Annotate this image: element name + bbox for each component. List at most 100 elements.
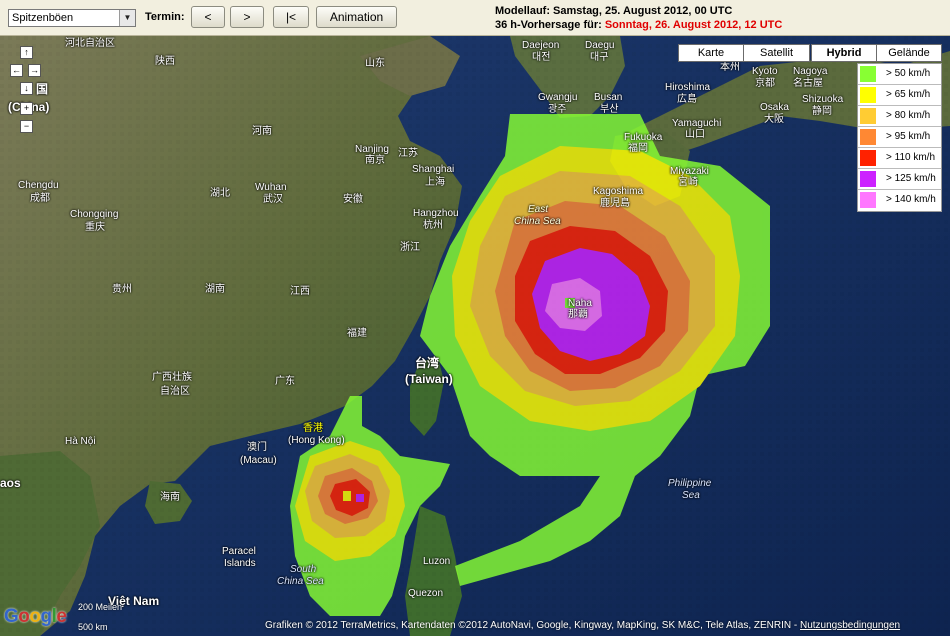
forecast-text: 36 h-Vorhersage für: Sonntag, 26. August…: [495, 19, 782, 31]
google-logo[interactable]: Google: [4, 606, 67, 628]
label-gwangju-cn: 광주: [548, 104, 567, 115]
chevron-down-icon[interactable]: ▼: [119, 10, 135, 26]
label-yamaguchi-cn: 山口: [685, 129, 705, 140]
label-anhui: 安徽: [343, 194, 363, 205]
map-imagery: [0, 36, 950, 636]
label-honshu: 本州: [720, 62, 740, 73]
label-wuhan: Wuhan: [255, 182, 287, 193]
label-guizhou: 贵州: [112, 284, 132, 295]
first-button[interactable]: |<: [273, 6, 309, 28]
label-shanghai-cn: 上海: [425, 177, 445, 188]
variable-select-value: Spitzenböen: [12, 12, 74, 24]
maptype-gelaende[interactable]: Gelände: [876, 44, 942, 62]
label-daegu: Daegu: [585, 40, 615, 51]
next-button[interactable]: >: [230, 6, 264, 28]
legend-swatch: [860, 129, 876, 145]
scale-km: 500 km: [78, 622, 108, 632]
label-kyoto-cn: 京都: [755, 78, 775, 89]
label-ecs: East: [528, 204, 549, 215]
pan-right-button[interactable]: →: [28, 64, 41, 77]
label-chengdu-cn: 成都: [30, 193, 50, 204]
terms-link[interactable]: Nutzungsbedingungen: [800, 620, 900, 631]
toolbar: Spitzenböen ▼ Termin: < > |< Animation M…: [0, 0, 950, 36]
label-wuhan-cn: 武汉: [263, 194, 283, 205]
label-taiwan-en: (Taiwan): [405, 372, 453, 386]
label-zhejiang: 浙江: [400, 242, 420, 253]
label-kyoto: Kyoto: [752, 66, 778, 77]
label-osaka: Osaka: [760, 102, 789, 113]
label-yamaguchi: Yamaguchi: [672, 118, 722, 129]
label-hangzhou: Hangzhou: [413, 208, 459, 219]
legend-swatch: [860, 108, 876, 124]
label-jiangsu: 江苏: [398, 148, 418, 159]
label-chongqing: Chongqing: [70, 209, 119, 220]
label-daejeon: Daejeon: [522, 40, 560, 51]
zoom-out-button[interactable]: −: [20, 120, 33, 133]
label-kagoshima: Kagoshima: [593, 186, 644, 197]
legend-label: > 110 km/h: [886, 152, 936, 163]
legend-label: > 125 km/h: [886, 173, 936, 184]
label-busan-cn: 부산: [600, 104, 619, 115]
pan-up-button[interactable]: ↑: [20, 46, 33, 59]
legend-label: > 140 km/h: [886, 194, 936, 205]
legend-row: > 110 km/h: [858, 148, 941, 169]
label-hubei: 湖北: [210, 188, 230, 199]
pan-down-button[interactable]: ↓: [20, 82, 33, 95]
label-luzon: Luzon: [423, 556, 451, 567]
label-hangzhou-cn: 杭州: [423, 220, 443, 231]
label-busan: Busan: [594, 92, 623, 103]
forecast-prefix: 36 h-Vorhersage für:: [495, 19, 602, 31]
label-quezon: Quezon: [408, 588, 444, 599]
label-osaka-cn: 大阪: [764, 114, 784, 125]
label-shizuoka-cn: 静岡: [812, 106, 832, 117]
label-philippine-2: Sea: [682, 490, 700, 501]
label-fukuoka-cn: 福岡: [628, 143, 648, 154]
label-fukuoka: Fukuoka: [624, 132, 663, 143]
label-hainan: 海南: [160, 492, 180, 503]
label-nanjing-cn: 南京: [365, 155, 385, 166]
animation-button[interactable]: Animation: [316, 6, 397, 28]
label-chongqing-cn: 重庆: [85, 222, 105, 233]
label-hiroshima-cn: 広島: [677, 94, 697, 105]
legend-row: > 50 km/h: [858, 64, 941, 85]
legend-label: > 50 km/h: [886, 68, 931, 79]
label-nagoya: Nagoya: [793, 66, 828, 77]
label-scs: South: [290, 564, 317, 575]
zoom-in-button[interactable]: +: [20, 102, 33, 115]
label-guangdong: 广东: [275, 376, 295, 387]
label-paracel: Paracel: [222, 546, 256, 557]
copyright-text: Grafiken © 2012 TerraMetrics, Kartendate…: [265, 620, 900, 631]
legend-label: > 95 km/h: [886, 131, 931, 142]
maptype-karte[interactable]: Karte: [678, 44, 744, 62]
forecast-time: Sonntag, 26. August 2012, 12 UTC: [604, 19, 783, 31]
label-henan: 河南: [252, 126, 272, 137]
label-hanoi: Hà Nội: [65, 436, 96, 447]
maptype-hybrid[interactable]: Hybrid: [811, 44, 877, 62]
label-naha-cn: 那覇: [568, 309, 588, 320]
label-shandong: 山东: [365, 58, 385, 69]
label-laos: aos: [0, 476, 21, 490]
label-jiangxi: 江西: [290, 286, 310, 297]
label-nagoya-cn: 名古屋: [793, 78, 823, 89]
legend-row: > 65 km/h: [858, 85, 941, 106]
label-macau-en: (Macau): [240, 455, 277, 466]
label-scs-2: China Sea: [277, 576, 324, 587]
label-philippine: Philippine: [668, 478, 712, 489]
label-naha: Naha: [568, 298, 592, 309]
legend-label: > 65 km/h: [886, 89, 931, 100]
label-ecs-2: China Sea: [514, 216, 561, 227]
legend-row: > 140 km/h: [858, 190, 941, 211]
termin-label: Termin:: [145, 11, 185, 23]
legend-swatch: [860, 66, 876, 82]
label-hunan: 湖南: [205, 284, 225, 295]
label-fujian: 福建: [347, 328, 367, 339]
prev-button[interactable]: <: [191, 6, 225, 28]
maptype-satellit[interactable]: Satellit: [743, 44, 810, 62]
label-chengdu: Chengdu: [18, 180, 59, 191]
map-canvas[interactable]: 河北自治区 陕西 山东 河南 Nanjing 南京 江苏 Shanghai 上海…: [0, 36, 950, 636]
pan-left-button[interactable]: ←: [10, 64, 23, 77]
legend-row: > 125 km/h: [858, 169, 941, 190]
variable-select[interactable]: Spitzenböen ▼: [8, 9, 136, 27]
legend-label: > 80 km/h: [886, 110, 931, 121]
label-miyazaki: Miyazaki: [670, 166, 709, 177]
